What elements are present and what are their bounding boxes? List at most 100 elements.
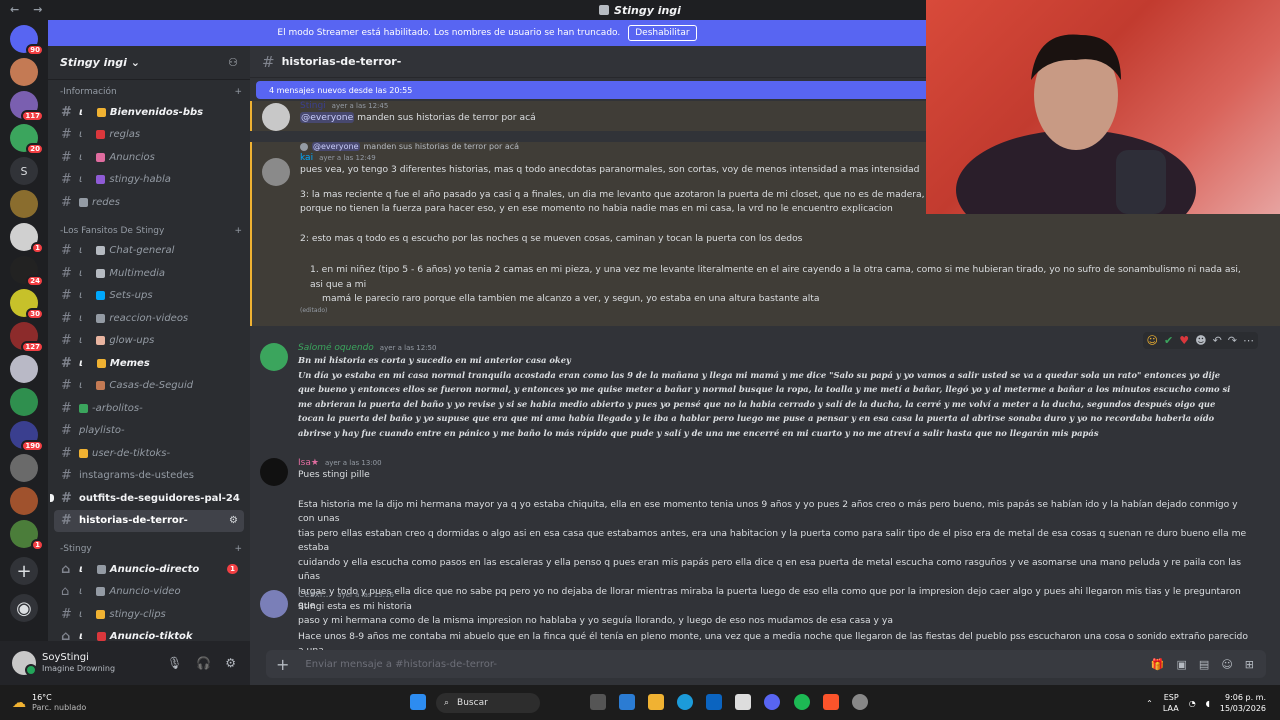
server-icon[interactable]	[10, 388, 38, 416]
taskbar-search[interactable]: ⌕ Buscar	[436, 693, 540, 713]
author-name[interactable]: Cesxr...	[298, 590, 331, 600]
channel-casas[interactable]: # ι Casas-de-Seguid	[48, 375, 250, 398]
author-name[interactable]: Salomé oquendo	[298, 343, 374, 353]
edited-label: (editado)	[300, 306, 328, 314]
channel-playlist[interactable]: # playlisto-	[48, 420, 250, 443]
settings-gear-icon[interactable]: ⚙	[225, 656, 236, 670]
task-view-icon[interactable]	[590, 694, 606, 710]
guild-header[interactable]: Stingy ingi ⌄ ⚇	[48, 46, 250, 80]
avatar[interactable]	[262, 103, 290, 131]
channel-arbolitos[interactable]: # -arbolitos-	[48, 397, 250, 420]
message-composer[interactable]: + Enviar mensaje a #historias-de-terror-…	[266, 650, 1266, 678]
channel-bienvenidos[interactable]: # ι Bienvenidos-bbs	[48, 101, 250, 124]
author-name[interactable]: Stingi	[300, 101, 326, 111]
avatar[interactable]	[262, 158, 290, 186]
forward-arrow-icon[interactable]: →	[33, 3, 42, 16]
channel-outfits[interactable]: # outfits-de-seguidores-pal-24	[48, 487, 250, 510]
avatar[interactable]	[260, 343, 288, 371]
server-icon[interactable]: S	[10, 157, 38, 185]
headphones-icon[interactable]: 🎧	[196, 656, 211, 670]
server-home[interactable]: 90	[10, 25, 44, 56]
app-icon[interactable]	[619, 694, 635, 710]
channel-reglas[interactable]: # ι reglas	[48, 124, 250, 147]
channel-instagrams[interactable]: # instagrams-de-ustedes	[48, 465, 250, 488]
channel-reaccion-videos[interactable]: # ι reaccion-videos	[48, 307, 250, 330]
gift-icon[interactable]: 🎁	[1151, 658, 1165, 671]
back-arrow-icon[interactable]: ←	[10, 3, 19, 16]
category-fansitos[interactable]: -Los Fansitos De Stingy +	[48, 222, 250, 240]
hash-icon: #	[61, 149, 72, 165]
server-icon[interactable]: 20	[10, 124, 44, 155]
channel-anuncio-tiktok[interactable]: ⌂ ι Anuncio-tiktok	[48, 626, 250, 641]
server-icon[interactable]	[10, 487, 38, 515]
hash-icon: #	[262, 52, 275, 71]
server-icon[interactable]: 190	[10, 421, 44, 452]
message-input[interactable]: Enviar mensaje a #historias-de-terror-	[305, 659, 497, 670]
message-text: Esta historia me la dijo mi hermana mayo…	[298, 498, 1238, 525]
channel-multimedia[interactable]: # ι Multimedia	[48, 262, 250, 285]
server-icon[interactable]	[10, 454, 38, 482]
channel-anuncio-video[interactable]: ⌂ ι Anuncio-video	[48, 581, 250, 604]
gif-icon[interactable]: ▣	[1177, 658, 1187, 671]
spotify-icon[interactable]	[794, 694, 810, 710]
category-stingy[interactable]: -Stingy +	[48, 540, 250, 558]
microphone-icon[interactable]: 🎙	[167, 656, 182, 670]
channel-stingy-habla[interactable]: # ι stingy-habla	[48, 169, 250, 192]
channel-chat-general[interactable]: # ι Chat-general	[48, 240, 250, 263]
add-channel-icon[interactable]: +	[234, 87, 242, 97]
sticker-icon[interactable]: ▤	[1199, 658, 1209, 671]
server-icon[interactable]: 127	[10, 322, 44, 353]
brave-icon[interactable]	[823, 694, 839, 710]
edge-icon[interactable]	[677, 694, 693, 710]
store-icon[interactable]	[735, 694, 751, 710]
channel-historias-de-terror[interactable]: # historias-de-terror- ⚙	[54, 509, 244, 532]
channel-anuncios[interactable]: # ι Anuncios	[48, 146, 250, 169]
server-icon[interactable]: 117	[10, 91, 44, 122]
start-icon[interactable]	[410, 694, 426, 710]
channel-glow-ups[interactable]: # ι glow-ups	[48, 330, 250, 353]
add-server-icon[interactable]: +	[10, 557, 38, 585]
channel-user-tiktoks[interactable]: # user-de-tiktoks-	[48, 442, 250, 465]
server-icon[interactable]	[10, 355, 38, 383]
server-icon[interactable]	[10, 58, 38, 86]
everyone-mention[interactable]: @everyone	[300, 112, 355, 123]
add-member-icon[interactable]: ⚇	[228, 56, 238, 69]
server-icon[interactable]: 30	[10, 289, 44, 320]
emoji-icon[interactable]: ☺	[1221, 658, 1232, 671]
add-channel-icon[interactable]: +	[234, 544, 242, 554]
author-name[interactable]: kai	[300, 153, 313, 163]
volume-icon[interactable]: ◖	[1206, 698, 1210, 709]
discord-taskbar-icon[interactable]	[764, 694, 780, 710]
weather-widget[interactable]: ☁ 16°C Parc. nublado	[0, 693, 86, 713]
channel-anuncio-directo[interactable]: ⌂ ι Anuncio-directo 1	[48, 558, 250, 581]
server-icon[interactable]	[10, 190, 38, 218]
network-icon[interactable]: ◔	[1189, 698, 1196, 709]
apps-icon[interactable]: ⊞	[1245, 658, 1254, 671]
author-name[interactable]: Isa★	[298, 458, 319, 468]
discover-icon[interactable]: ◉	[10, 594, 38, 622]
server-icon[interactable]: 1	[10, 223, 44, 254]
outlook-icon[interactable]	[706, 694, 722, 710]
disable-streamer-button[interactable]: Deshabilitar	[628, 25, 697, 41]
server-icon[interactable]: 24	[10, 256, 44, 287]
system-tray: ⌃ ESP LAA ◔ ◖ 9:06 p. m. 15/03/2026	[1146, 692, 1266, 714]
channel-memes[interactable]: # ι Memes	[48, 352, 250, 375]
channel-sets-ups[interactable]: # ι Sets-ups	[48, 285, 250, 308]
new-messages-bar[interactable]: 4 mensajes nuevos desde las 20:55	[256, 81, 926, 99]
settings-gear-icon[interactable]: ⚙	[229, 515, 238, 526]
avatar[interactable]	[12, 651, 37, 676]
server-icon[interactable]: 1	[10, 520, 44, 551]
clock[interactable]: 9:06 p. m. 15/03/2026	[1220, 692, 1266, 714]
channel-stingy-clips[interactable]: # ι stingy-clips	[48, 603, 250, 626]
language-indicator[interactable]: ESP LAA	[1163, 692, 1179, 714]
chevron-up-icon[interactable]: ⌃	[1146, 698, 1153, 709]
category-informacion[interactable]: -Información +	[48, 83, 250, 101]
add-channel-icon[interactable]: +	[234, 226, 242, 236]
message-text: abrirse y hay fue cuando entre en pánico…	[298, 427, 1099, 438]
obs-icon[interactable]	[852, 694, 868, 710]
avatar[interactable]	[260, 590, 288, 618]
attach-plus-icon[interactable]: +	[276, 655, 289, 674]
avatar[interactable]	[260, 458, 288, 486]
channel-redes[interactable]: # redes	[48, 191, 250, 214]
file-explorer-icon[interactable]	[648, 694, 664, 710]
